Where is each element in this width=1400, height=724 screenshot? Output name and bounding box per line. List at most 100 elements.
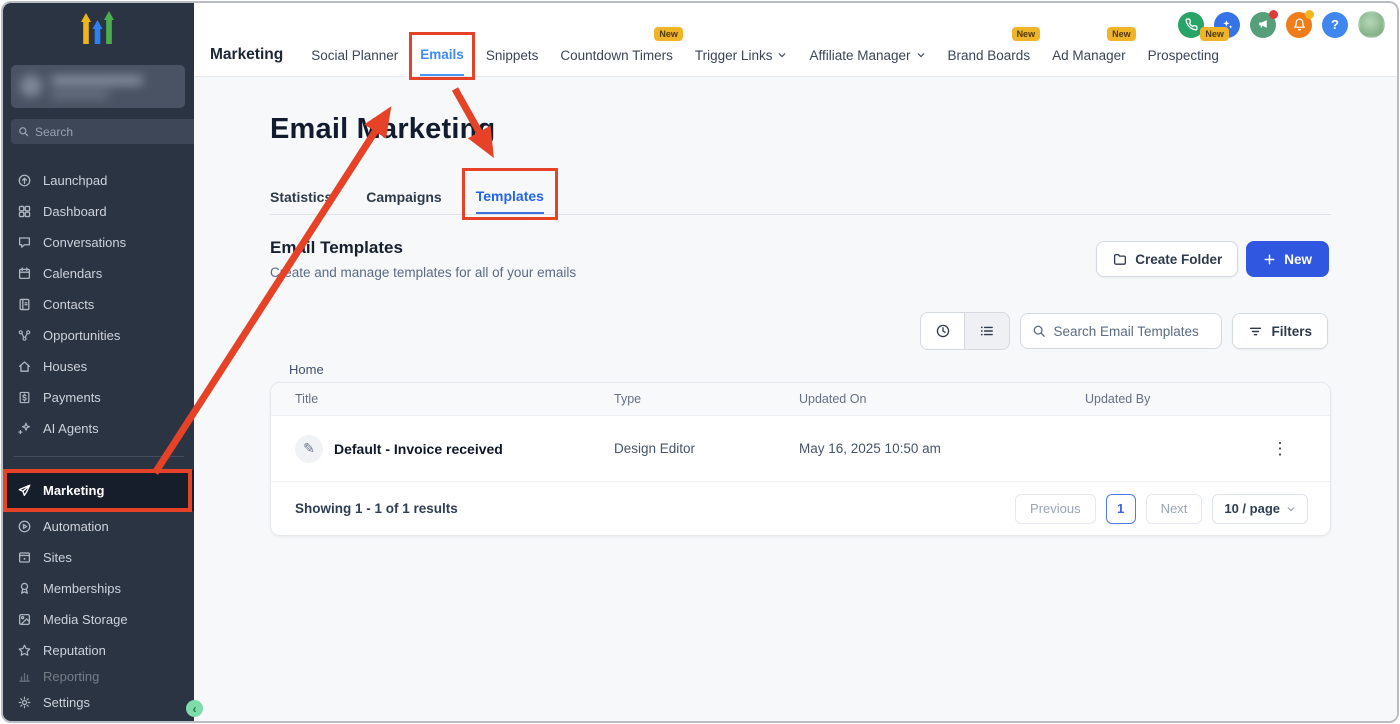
- chevron-down-icon: [777, 50, 787, 60]
- star-icon: [17, 643, 32, 658]
- design-editor-icon-badge: ✎: [295, 435, 323, 463]
- tab-affiliate-manager[interactable]: Affiliate Manager: [809, 34, 925, 76]
- section-subtitle: Create and manage templates for all of y…: [270, 265, 576, 280]
- tab-label: Brand Boards: [948, 48, 1031, 63]
- column-type: Type: [614, 392, 799, 406]
- new-badge: New: [654, 27, 683, 41]
- brush-icon: ✎: [303, 440, 315, 457]
- create-folder-button[interactable]: Create Folder: [1096, 241, 1238, 277]
- plus-icon: [1263, 253, 1276, 266]
- new-button[interactable]: New: [1246, 241, 1329, 277]
- tab-ad-manager[interactable]: Ad ManagerNew: [1052, 34, 1126, 76]
- tab-label: Statistics: [270, 189, 332, 205]
- sidebar-item-opportunities[interactable]: Opportunities: [3, 320, 194, 351]
- sidebar-divider: [13, 456, 184, 457]
- sidebar-collapse-button[interactable]: ‹: [186, 700, 203, 717]
- chevron-down-icon: [916, 50, 926, 60]
- tab-countdown-timers[interactable]: Countdown TimersNew: [560, 34, 673, 76]
- tab-trigger-links[interactable]: Trigger Links: [695, 34, 788, 76]
- tab-label: Snippets: [486, 48, 539, 63]
- tab-prospecting[interactable]: ProspectingNew: [1148, 34, 1219, 76]
- sidebar-item-ai-agents[interactable]: AI Agents: [3, 413, 194, 444]
- app-window: ⌘ K Launchpad Dashboard Conversations Ca…: [1, 1, 1399, 723]
- tab-label: Affiliate Manager: [809, 48, 910, 63]
- sidebar-item-conversations[interactable]: Conversations: [3, 227, 194, 258]
- user-avatar[interactable]: [1358, 11, 1385, 38]
- filter-icon: [1248, 324, 1263, 339]
- home-icon: [17, 359, 32, 374]
- sidebar-item-label: Memberships: [43, 581, 121, 596]
- tab-label: Ad Manager: [1052, 48, 1126, 63]
- filters-button[interactable]: Filters: [1232, 313, 1328, 349]
- notification-dot: [1269, 10, 1278, 19]
- sidebar-item-label: Calendars: [43, 266, 102, 281]
- next-page-button[interactable]: Next: [1146, 494, 1203, 524]
- sidebar-item-automation[interactable]: Automation: [3, 511, 194, 542]
- sites-icon: [17, 550, 32, 565]
- sidebar-item-label: Launchpad: [43, 173, 107, 188]
- sidebar-item-media-storage[interactable]: Media Storage: [3, 604, 194, 635]
- tab-templates[interactable]: Templates: [476, 179, 544, 214]
- notification-dot: [1305, 10, 1314, 19]
- sidebar-item-label: Automation: [43, 519, 109, 534]
- recent-view-button[interactable]: [921, 313, 965, 349]
- sidebar-item-sites[interactable]: Sites: [3, 542, 194, 573]
- previous-page-button[interactable]: Previous: [1015, 494, 1096, 524]
- sidebar-item-label: Marketing: [43, 483, 104, 498]
- sidebar-item-settings[interactable]: Settings: [3, 687, 194, 718]
- folder-icon: [1112, 252, 1127, 267]
- sidebar-item-label: Houses: [43, 359, 87, 374]
- sidebar-item-houses[interactable]: Houses: [3, 351, 194, 382]
- chat-bubble-icon: [17, 235, 32, 250]
- column-title: Title: [295, 392, 614, 406]
- sidebar-item-launchpad[interactable]: Launchpad: [3, 165, 194, 196]
- account-switcher[interactable]: [11, 65, 185, 108]
- sidebar-item-label: Reporting: [43, 669, 99, 684]
- table-footer: Showing 1 - 1 of 1 results Previous 1 Ne…: [271, 482, 1330, 535]
- notifications-button[interactable]: [1286, 12, 1312, 38]
- top-header: ? Marketing Social Planner Emails Snippe…: [194, 3, 1397, 77]
- sidebar-item-label: Sites: [43, 550, 72, 565]
- tab-campaigns[interactable]: Campaigns: [366, 179, 441, 214]
- table-row[interactable]: ✎ Default - Invoice received Design Edit…: [271, 416, 1330, 482]
- page-size-select[interactable]: 10 / page: [1212, 494, 1308, 524]
- sidebar-item-memberships[interactable]: Memberships: [3, 573, 194, 604]
- list-view-button[interactable]: [965, 313, 1009, 349]
- template-search[interactable]: [1020, 313, 1222, 349]
- tab-snippets[interactable]: Snippets: [486, 34, 539, 76]
- sidebar-item-label: Contacts: [43, 297, 94, 312]
- sidebar-item-reputation[interactable]: Reputation: [3, 635, 194, 666]
- sidebar-item-label: Payments: [43, 390, 101, 405]
- button-label: Create Folder: [1135, 252, 1222, 267]
- announcements-button[interactable]: [1250, 12, 1276, 38]
- sidebar-item-reporting[interactable]: Reporting: [3, 666, 194, 687]
- calendar-icon: [17, 266, 32, 281]
- sidebar-item-calendars[interactable]: Calendars: [3, 258, 194, 289]
- page-number-button[interactable]: 1: [1106, 494, 1136, 524]
- sidebar-item-label: Dashboard: [43, 204, 107, 219]
- bell-icon: [1293, 18, 1306, 31]
- template-title[interactable]: Default - Invoice received: [334, 441, 503, 457]
- sidebar-item-marketing[interactable]: Marketing: [3, 470, 194, 511]
- row-actions-menu-button[interactable]: ⋮: [1264, 435, 1298, 463]
- column-updated-on: Updated On: [799, 392, 1085, 406]
- tab-statistics[interactable]: Statistics: [270, 179, 332, 214]
- main-content: Email Marketing Statistics Campaigns Tem…: [194, 77, 1397, 721]
- phone-icon: [1185, 18, 1198, 31]
- tab-emails[interactable]: Emails: [420, 34, 464, 76]
- sidebar-item-contacts[interactable]: Contacts: [3, 289, 194, 320]
- new-badge: New: [1012, 27, 1041, 41]
- template-search-input[interactable]: [1053, 324, 1210, 339]
- chart-icon: [17, 669, 32, 684]
- marketing-nav: Marketing Social Planner Emails Snippets…: [210, 34, 1167, 76]
- breadcrumb[interactable]: Home: [289, 362, 324, 377]
- help-button[interactable]: ?: [1322, 12, 1348, 38]
- sidebar-search-input[interactable]: [35, 125, 190, 139]
- megaphone-icon: [1257, 18, 1270, 31]
- templates-table: Title Type Updated On Updated By ✎ Defau…: [270, 382, 1331, 536]
- sidebar-item-payments[interactable]: Payments: [3, 382, 194, 413]
- sidebar-item-dashboard[interactable]: Dashboard: [3, 196, 194, 227]
- tab-brand-boards[interactable]: Brand BoardsNew: [948, 34, 1031, 76]
- tab-social-planner[interactable]: Social Planner: [311, 34, 398, 76]
- page-title: Email Marketing: [270, 113, 495, 146]
